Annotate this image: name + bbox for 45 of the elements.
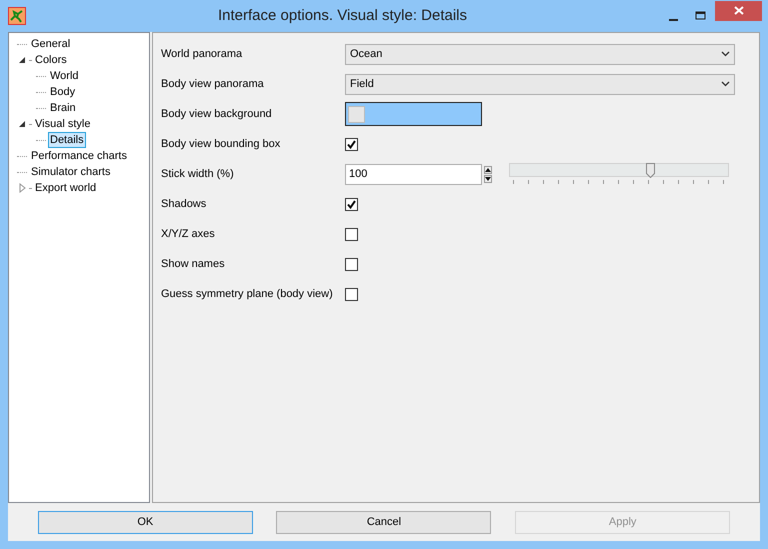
expand-arrow-icon[interactable] (17, 183, 27, 193)
tree-item[interactable]: Colors (33, 53, 69, 67)
window-title: Interface options. Visual style: Details (216, 7, 468, 24)
checkbox[interactable] (345, 228, 358, 240)
setting-label: Body view bounding box (161, 138, 282, 150)
minimize-icon (668, 18, 678, 20)
tree-item[interactable]: World (48, 69, 81, 83)
setting-label: Stick width (%) (161, 168, 235, 180)
collapse-arrow-icon[interactable] (17, 119, 27, 129)
setting-label: Guess symmetry plane (body view) (161, 288, 334, 300)
app-icon (8, 6, 26, 24)
dropdown[interactable]: Field (345, 74, 735, 94)
setting-label: World panorama (161, 48, 244, 60)
slider-thumb[interactable] (646, 163, 655, 178)
spin-up-button[interactable] (484, 166, 492, 174)
collapse-arrow-icon[interactable] (17, 55, 27, 65)
tree-item[interactable]: Simulator charts (29, 165, 112, 179)
tree-item[interactable]: General (29, 37, 72, 51)
tree-item[interactable]: Performance charts (29, 149, 129, 163)
dialog-button[interactable]: OK (38, 510, 253, 534)
number-field[interactable]: 100 (345, 164, 482, 184)
dropdown[interactable]: Ocean (345, 44, 735, 64)
setting-label: Show names (161, 258, 226, 270)
slider-track[interactable] (509, 163, 729, 177)
checkbox[interactable] (345, 138, 358, 150)
tree-item[interactable]: Export world (33, 181, 98, 195)
tree-item[interactable]: Visual style (33, 117, 92, 131)
close-button[interactable] (715, 0, 762, 20)
checkbox[interactable] (345, 198, 358, 210)
tree-item[interactable]: Brain (48, 101, 78, 115)
chevron-down-icon (721, 81, 730, 87)
chevron-down-icon (721, 51, 730, 57)
maximize-icon (695, 10, 707, 20)
color-picker[interactable] (345, 102, 482, 126)
checkbox[interactable] (345, 288, 358, 300)
setting-label: X/Y/Z axes (161, 228, 216, 240)
spin-down-button[interactable] (484, 174, 492, 182)
close-icon (734, 6, 744, 15)
dialog-button[interactable]: Cancel (276, 510, 492, 534)
tree-item[interactable]: Details (48, 132, 86, 148)
setting-label: Body view background (161, 108, 273, 120)
setting-label: Body view panorama (161, 78, 265, 90)
setting-label: Shadows (161, 198, 208, 210)
tree-item[interactable]: Body (48, 85, 78, 99)
checkbox[interactable] (345, 258, 358, 270)
